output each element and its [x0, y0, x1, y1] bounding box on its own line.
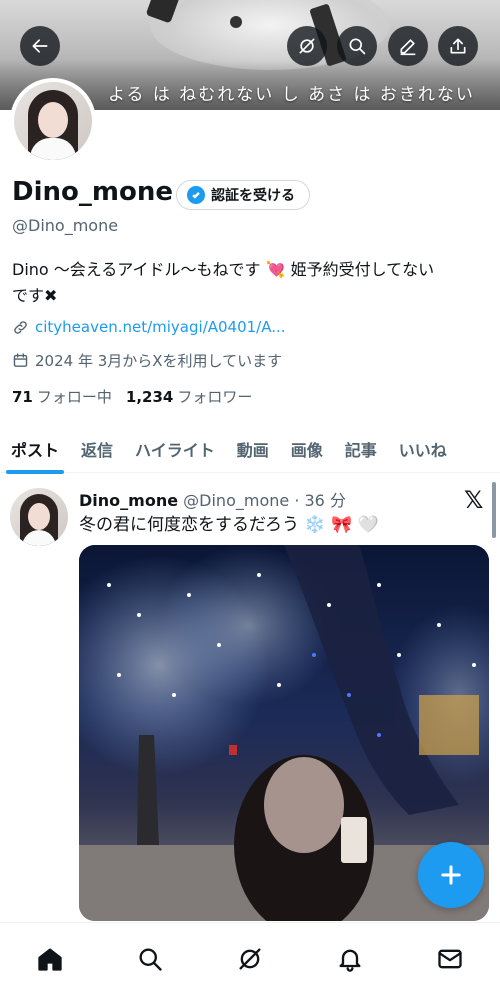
- get-verified-label: 認証を受ける: [211, 188, 295, 204]
- tab-articles[interactable]: 記事: [334, 425, 388, 473]
- join-date-text: 2024 年 3月からXを利用しています: [35, 352, 283, 370]
- mail-icon: [438, 949, 462, 969]
- bottom-navigation: [0, 922, 500, 998]
- verified-badge-icon: [187, 186, 205, 204]
- search-icon: [349, 38, 366, 55]
- bio-line-2: です✖: [12, 286, 58, 305]
- home-icon: [38, 948, 62, 971]
- profile-link-text[interactable]: cityheaven.net/miyagi/A0401/A...: [35, 318, 286, 336]
- x-logo-icon: 𝕏: [464, 486, 484, 514]
- followers-link[interactable]: 1,234 フォロワー: [126, 386, 252, 407]
- profile-tabs: ポスト 返信 ハイライト 動画 画像 記事 いいね: [0, 425, 500, 474]
- post-timestamp: 36 分: [304, 491, 346, 510]
- post-author-name[interactable]: Dino_mone: [79, 491, 178, 510]
- search-icon: [139, 948, 162, 971]
- following-link[interactable]: 71 フォロー中: [12, 386, 112, 407]
- grok-icon: [239, 948, 261, 970]
- back-arrow-icon: [32, 39, 48, 53]
- grok-button[interactable]: [287, 26, 327, 66]
- post-separator: ·: [294, 491, 300, 510]
- tab-highlights[interactable]: ハイライト: [124, 425, 226, 473]
- join-date: 2024 年 3月からXを利用しています: [12, 350, 282, 371]
- followers-count: 1,234: [125, 388, 174, 406]
- plus-icon: [441, 865, 461, 885]
- white-heart-emoji: 🤍: [357, 515, 379, 535]
- tab-images[interactable]: 画像: [280, 425, 334, 473]
- share-button[interactable]: [438, 26, 478, 66]
- bio-line-1: Dino 〜会えるアイドル〜もねです 💘 姫予約受付してない: [12, 260, 435, 279]
- scrollbar[interactable]: [492, 482, 496, 538]
- share-icon: [450, 38, 466, 54]
- tab-posts[interactable]: ポスト: [0, 425, 70, 474]
- post-body: 冬の君に何度恋をするだろう: [79, 515, 299, 535]
- calendar-icon: [13, 353, 28, 367]
- nav-home[interactable]: [30, 939, 70, 979]
- post-header: Dino_mone @Dino_mone · 36 分: [79, 487, 346, 511]
- snowflake-emoji: ❄️: [304, 515, 326, 535]
- bell-icon: [339, 949, 361, 972]
- follow-stats: 71 フォロー中 1,234 フォロワー: [12, 386, 252, 407]
- edit-button[interactable]: [388, 26, 428, 66]
- banner-caption: よる は ねむれない し あさ は おきれない: [108, 85, 475, 105]
- post-text: 冬の君に何度恋をするだろう ❄️ 🎀 🤍: [79, 510, 379, 535]
- ribbon-emoji: 🎀: [330, 515, 353, 535]
- profile-avatar[interactable]: [10, 78, 96, 164]
- get-verified-button[interactable]: 認証を受ける: [176, 180, 310, 210]
- pencil-icon: [400, 39, 416, 56]
- link-icon: [14, 320, 27, 334]
- compose-button[interactable]: [418, 842, 484, 908]
- following-label: フォロー中: [36, 388, 112, 406]
- tab-replies[interactable]: 返信: [70, 425, 124, 473]
- search-button[interactable]: [337, 26, 377, 66]
- grok-icon: [299, 38, 315, 54]
- nav-messages[interactable]: [430, 939, 470, 979]
- post-author-handle: @Dino_mone: [183, 491, 290, 510]
- nav-notifications[interactable]: [330, 939, 370, 979]
- back-button[interactable]: [20, 26, 60, 66]
- tab-likes[interactable]: いいね: [388, 425, 458, 473]
- profile-name: Dino_mone: [12, 177, 173, 207]
- profile-handle: @Dino_mone: [12, 216, 119, 235]
- profile-link[interactable]: cityheaven.net/miyagi/A0401/A...: [12, 318, 286, 336]
- tab-videos[interactable]: 動画: [226, 425, 280, 473]
- followers-label: フォロワー: [177, 388, 253, 406]
- following-count: 71: [12, 388, 33, 406]
- nav-search[interactable]: [130, 939, 170, 979]
- profile-bio: Dino 〜会えるアイドル〜もねです 💘 姫予約受付してない です✖: [12, 257, 490, 309]
- post-avatar[interactable]: [10, 488, 68, 546]
- nav-grok[interactable]: [230, 939, 270, 979]
